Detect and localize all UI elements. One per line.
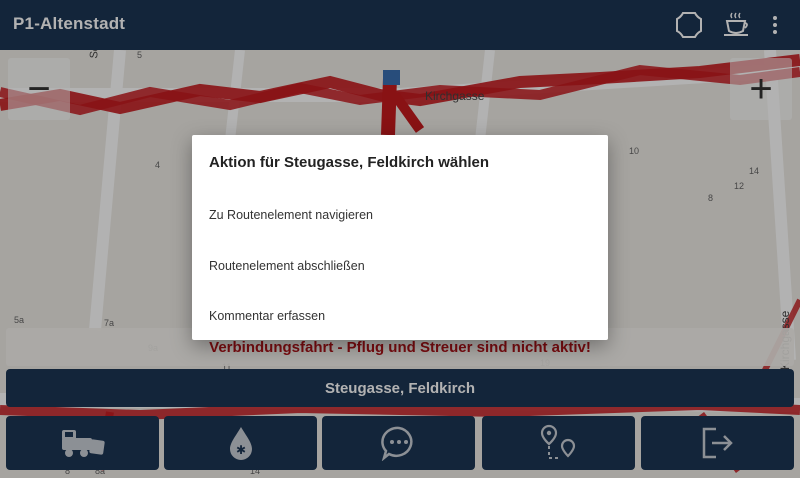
dialog-option-complete[interactable]: Routenelement abschließen	[192, 246, 608, 286]
dialog-option-navigate[interactable]: Zu Routenelement navigieren	[192, 195, 608, 235]
dialog-option-comment[interactable]: Kommentar erfassen	[192, 296, 608, 336]
action-dialog: Aktion für Steugasse, Feldkirch wählen Z…	[192, 135, 608, 340]
dialog-title: Aktion für Steugasse, Feldkirch wählen	[209, 154, 490, 171]
